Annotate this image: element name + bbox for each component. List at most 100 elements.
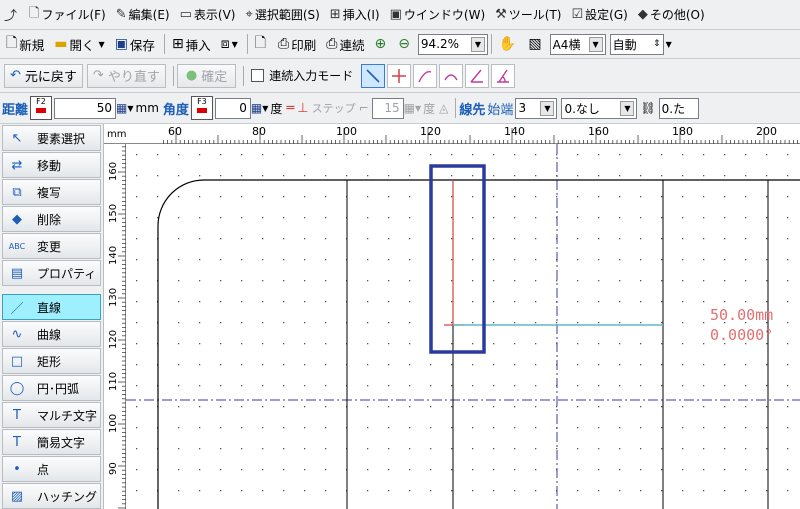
menu-item[interactable]: 🗋 ファイル(F) <box>29 4 106 26</box>
angle-input[interactable]: 0 <box>214 97 251 119</box>
distance-input[interactable]: 50 <box>54 97 117 119</box>
auto-select[interactable]: 自動 ⇕ <box>609 33 664 55</box>
sidebar-item[interactable]: ∿ 曲線 <box>2 321 101 347</box>
drawing-canvas[interactable]: 50.00mm 0.0000° <box>126 144 800 509</box>
grid-dot <box>661 196 663 198</box>
chevron-down-icon[interactable]: ▼ <box>127 104 133 113</box>
zoom-in-button[interactable]: ⊕ <box>370 33 392 56</box>
grid-dot <box>262 217 264 219</box>
sidebar-item[interactable]: • 点 <box>2 456 101 482</box>
grid-dot <box>430 364 432 366</box>
grid-dot <box>262 364 264 366</box>
grid-dot <box>136 175 138 177</box>
sidebar-item[interactable]: ↖ 要素選択 <box>2 125 101 151</box>
grid-dot <box>745 364 747 366</box>
grid-dot <box>157 196 159 198</box>
menu-item[interactable]: ⌖ 選択範囲(S) <box>245 6 319 23</box>
grid-dot <box>283 448 285 450</box>
menu-item[interactable]: ⚒ ツール(T) <box>495 6 561 23</box>
curve-tool-a[interactable] <box>413 63 438 88</box>
grid-dot <box>451 364 453 366</box>
grid-dot <box>199 448 201 450</box>
start-end-select[interactable]: 3 ▼ <box>515 97 558 119</box>
continuous-input-toggle[interactable]: 連続入力モード <box>251 67 353 84</box>
zoom-select[interactable]: 94.2% ▼ <box>417 33 488 55</box>
zoom-out-button[interactable]: ⊖ <box>394 33 416 56</box>
drawing-surface[interactable]: 50.00mm 0.0000° <box>126 144 800 509</box>
open-button[interactable]: ▬ 開く ▼ <box>50 33 108 56</box>
sidebar-item[interactable]: ▨ ハッチング <box>2 483 101 509</box>
sidebar-item[interactable]: ⇄ 移動 <box>2 152 101 178</box>
grid-dot <box>472 385 474 387</box>
distance-fkey-button[interactable]: F2 <box>30 96 53 120</box>
grid-dot <box>703 385 705 387</box>
calculator-icon[interactable]: ▦ <box>116 101 127 115</box>
grid-dot <box>304 154 306 156</box>
menu-item[interactable]: ✎ 編集(E) <box>116 6 170 23</box>
grid-dot <box>577 238 579 240</box>
step-input[interactable]: 15 <box>371 97 404 119</box>
redo-button[interactable]: ↷ やり直す <box>86 63 166 88</box>
grid-dot <box>325 217 327 219</box>
menu-item[interactable]: ☑ 設定(G) <box>572 6 628 23</box>
chevron-down-icon[interactable]: ▼ <box>262 104 268 113</box>
angle-tool[interactable] <box>465 63 490 88</box>
angle-fkey-button[interactable]: F3 <box>190 96 213 120</box>
grid-dot <box>682 490 684 492</box>
grid-dot <box>640 322 642 324</box>
grid-dot <box>367 385 369 387</box>
grid-dot <box>661 343 663 345</box>
parallel-icon[interactable]: ═ <box>286 101 294 116</box>
sidebar-item[interactable]: ABC 変更 <box>2 233 101 259</box>
end-style-select-2[interactable]: 0.た <box>658 97 699 119</box>
undo-button[interactable]: ↶ 元に戻す <box>4 63 83 88</box>
grid-dot <box>598 154 600 156</box>
cross-tool[interactable] <box>387 63 412 88</box>
save-button[interactable]: ▣ 保存 <box>111 33 159 56</box>
curve-tool-b[interactable] <box>439 63 464 88</box>
insert-button[interactable]: ⊞ 挿入 <box>168 33 215 56</box>
grid-dot <box>241 301 243 303</box>
image-button[interactable]: ▧ <box>524 33 547 56</box>
print-button[interactable]: ⎙ 印刷 <box>274 33 320 56</box>
sidebar-item[interactable]: □ 矩形 <box>2 348 101 374</box>
sidebar-item[interactable]: T 簡易文字 <box>2 429 101 455</box>
end-style-select[interactable]: 0.なし ▼ <box>561 97 638 119</box>
menu-item[interactable]: ▭ 表示(V) <box>180 6 236 23</box>
calculator-icon[interactable]: ▦ <box>251 101 262 115</box>
grid-dot <box>451 322 453 324</box>
grid-dot <box>724 490 726 492</box>
sidebar-item[interactable]: ／ 直線 <box>2 294 101 320</box>
grid-dot <box>304 259 306 261</box>
grid-dot <box>199 385 201 387</box>
perpendicular-icon[interactable]: ⊥ <box>297 101 308 116</box>
link-icon[interactable]: ⛓ <box>640 101 655 115</box>
preview-button[interactable]: 🗋 <box>251 33 272 56</box>
angle-tool-b[interactable] <box>491 63 516 88</box>
menu-item[interactable]: ⊞ 挿入(I) <box>330 6 380 23</box>
sidebar-icon: • <box>13 461 21 477</box>
sidebar-item[interactable]: ⧉ 複写 <box>2 179 101 205</box>
menu-item[interactable]: ▣ ウインドウ(W) <box>390 6 486 23</box>
chevron-down-icon[interactable]: ▼ <box>666 40 672 49</box>
pan-button[interactable]: ✋ <box>495 33 522 56</box>
continuous-print-button[interactable]: ⎙ 連続 <box>322 33 368 56</box>
menu-item-tools[interactable]: ⤴ <box>4 5 19 24</box>
grid-dot <box>724 406 726 408</box>
paper-size-select[interactable]: A4横 ▼ <box>549 33 606 55</box>
confirm-button[interactable]: ● 確定 <box>176 63 237 88</box>
grid-dot <box>514 301 516 303</box>
sidebar-item[interactable]: ▤ プロパティ <box>2 260 101 286</box>
sidebar-item[interactable]: ◯ 円･円弧 <box>2 375 101 401</box>
sidebar-item[interactable]: ◆ 削除 <box>2 206 101 232</box>
continuous-input-checkbox[interactable] <box>251 69 265 82</box>
menu-item[interactable]: ◆ その他(O) <box>638 6 705 23</box>
input-toolbar: 距離 F2 50 ▦ ▼ mm 角度 F3 0 ▦ ▼ 度 ═ ⊥ ステップ ⌐… <box>0 93 800 124</box>
sidebar-item[interactable]: T マルチ文字 <box>2 402 101 428</box>
layer-dropdown-button[interactable]: ⧈ ▼ <box>217 33 242 56</box>
grid-dot <box>640 490 642 492</box>
new-button[interactable]: 🗋 新規 <box>2 33 48 56</box>
grid-dot <box>220 217 222 219</box>
grid-dot <box>325 175 327 177</box>
line-tool[interactable] <box>361 63 386 88</box>
